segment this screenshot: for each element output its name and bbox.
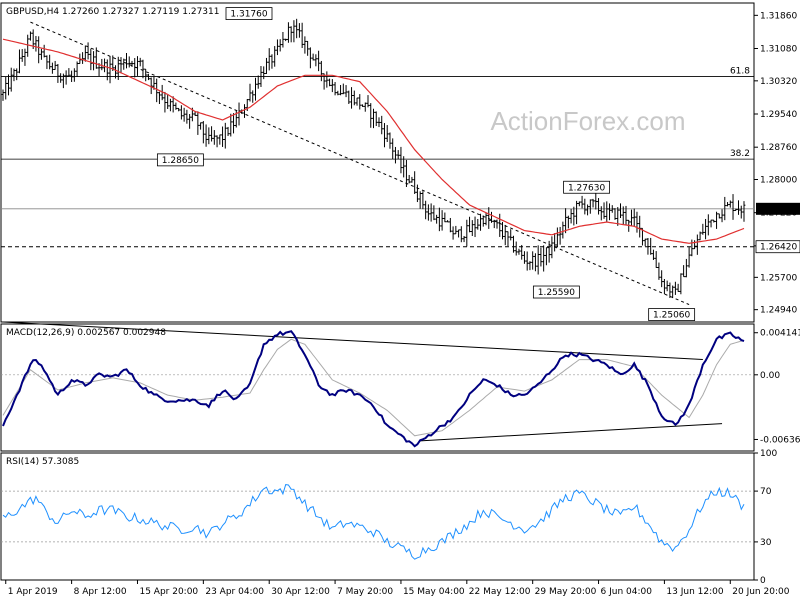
x-tick-label: 29 May 20:00 (535, 587, 597, 597)
macd-ytick-label: 0.00 (760, 371, 780, 381)
x-tick-label: 23 Apr 04:00 (205, 587, 264, 597)
rsi-ytick-label: 30 (760, 538, 772, 548)
x-tick-label: 30 Apr 12:00 (271, 587, 330, 597)
fib-label-1: 38.2 (730, 149, 750, 159)
macd-panel: MACD(12,26,9) 0.002567 0.002948 0.004141 0… (0, 321, 800, 452)
price-ytick-label: 1.28000 (760, 176, 797, 186)
macd-panel-frame (0, 323, 755, 452)
x-tick-label: 8 Apr 12:00 (74, 587, 127, 597)
rsi-ytick-label: 70 (760, 487, 772, 497)
x-tick-label: 6 Jun 04:00 (601, 587, 653, 597)
x-tick-label: 7 May 20:00 (337, 587, 393, 597)
x-tick-label: 15 May 04:00 (403, 587, 465, 597)
support-label: 1.26420 (760, 243, 797, 253)
price-panel-frame (0, 2, 755, 323)
price-ytick-label: 1.30320 (760, 77, 797, 87)
x-tick-label: 15 Apr 20:00 (139, 587, 198, 597)
annotation-label-0: 1.31760 (230, 10, 267, 20)
rsi-ytick-label: 100 (760, 449, 777, 459)
x-tick-label: 13 Jun 12:00 (666, 587, 723, 597)
rsi-panel: RSI(14) 57.3085 100 70 30 0 (0, 449, 777, 586)
annotation-label-3: 1.25590 (538, 288, 575, 298)
price-ytick-label: 1.25700 (760, 273, 797, 283)
rsi-title: RSI(14) 57.3085 (6, 457, 79, 467)
macd-ytick-label: 0.004141 (760, 329, 800, 339)
price-title: GBPUSD,H4 1.27260 1.27327 1.27119 1.2731… (6, 7, 219, 17)
price-panel: ActionForex.com 61.8 38.2 1.31760 1.28650 1.2… (0, 2, 800, 323)
price-ytick-label: 1.24940 (760, 306, 797, 316)
annotation-label-1: 1.28650 (162, 156, 199, 166)
x-tick-label: 22 May 12:00 (469, 587, 531, 597)
price-ytick-label: 1.29540 (760, 110, 797, 120)
x-tick-label: 1 Apr 2019 (8, 587, 58, 597)
macd-title: MACD(12,26,9) 0.002567 0.002948 (6, 328, 166, 338)
rsi-ytick-label: 0 (760, 576, 766, 586)
x-tick-label: 20 Jun 20:00 (732, 587, 789, 597)
current-price-label: 1.27311 (760, 205, 797, 215)
macd-ytick-label: -0.006365 (760, 435, 800, 445)
fib-label-0: 61.8 (730, 67, 750, 77)
annotation-label-4: 1.25060 (653, 311, 690, 321)
chart-root: ActionForex.com 61.8 38.2 1.31760 1.28650 1.2… (0, 2, 800, 597)
watermark-text: ActionForex.com (490, 106, 685, 136)
price-ytick-label: 1.28760 (760, 143, 797, 153)
price-ytick-label: 1.31080 (760, 45, 797, 55)
price-ytick-label: 1.31860 (760, 11, 797, 21)
annotation-label-2: 1.27630 (568, 183, 605, 193)
x-axis: 1 Apr 2019 8 Apr 12:00 15 Apr 20:00 23 Apr … (5, 580, 790, 597)
